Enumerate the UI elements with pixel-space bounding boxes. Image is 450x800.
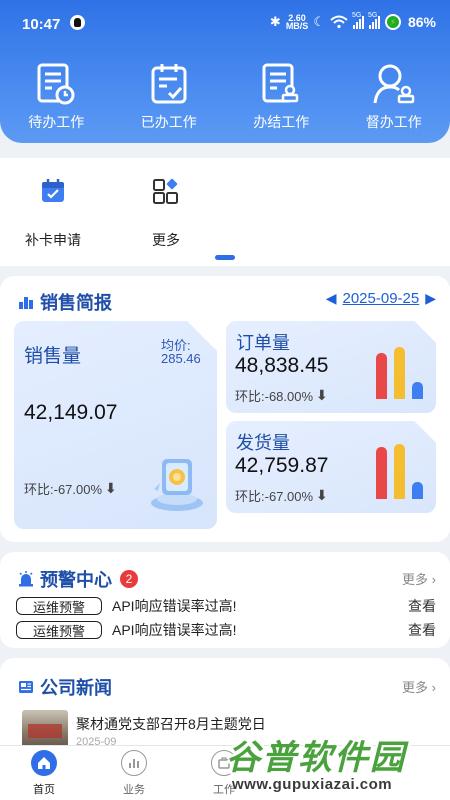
shipments-panel[interactable]: 发货量 42,759.87 环比:-67.00% ⬇: [226, 421, 436, 513]
newspaper-icon: [19, 681, 33, 693]
pending-work-button[interactable]: 待办工作: [0, 62, 113, 132]
date-navigator: ◀ 2025-09-25 ▶: [326, 290, 436, 307]
signal-1-icon: 5G: [352, 12, 364, 29]
network-speed: 2.60 MB/S: [285, 13, 309, 31]
alert-count-badge: 2: [120, 570, 138, 588]
down-arrow-icon: ⬇: [105, 480, 117, 496]
wifi-icon: [330, 15, 348, 29]
more-actions-label: 更多: [152, 232, 180, 248]
down-arrow-icon: ⬇: [316, 487, 328, 503]
bar-chart-icon: [19, 297, 33, 309]
quick-actions-panel: 补卡申请 更多: [0, 158, 450, 266]
alert-tag: 运维预警: [16, 621, 102, 639]
shipments-mini-chart: [376, 441, 426, 499]
business-icon: [121, 750, 147, 776]
orders-value: 48,838.45: [235, 354, 329, 377]
status-indicators: ✱ 2.60 MB/S ☾ 5G 5G ⚡ 86%: [269, 12, 436, 31]
tab-home[interactable]: 首页: [14, 750, 74, 797]
watermark-logo: 谷普软件园 www.gupuxiazai.com: [222, 730, 450, 800]
pending-work-label: 待办工作: [28, 114, 85, 130]
done-clipboard-icon: [151, 64, 187, 104]
closed-work-label: 办结工作: [253, 114, 310, 130]
home-icon: [31, 750, 57, 776]
supervise-work-label: 督办工作: [365, 114, 422, 130]
orders-label: 订单量: [236, 333, 290, 353]
alert-center-card: 预警中心 2 更多 › 运维预警 API响应错误率过高! 查看 运维预警 API…: [0, 552, 450, 648]
siren-icon: [19, 571, 33, 587]
alert-message: API响应错误率过高!: [112, 598, 237, 614]
supervise-user-icon: [373, 64, 414, 104]
supervise-work-button[interactable]: 督办工作: [338, 62, 450, 132]
watermark-brand: 谷普软件园: [226, 739, 406, 777]
previous-date-button[interactable]: ◀: [326, 290, 337, 307]
tab-business-label: 业务: [123, 784, 145, 796]
status-time: 10:47: [22, 16, 61, 33]
alert-center-title: 预警中心 2: [18, 566, 138, 592]
shipments-label: 发货量: [236, 433, 290, 453]
date-selector[interactable]: 2025-09-25: [342, 290, 419, 307]
mini-bar: [412, 482, 423, 499]
calendar-check-icon: [42, 179, 64, 202]
mini-bar: [394, 444, 405, 499]
watermark-url: www.gupuxiazai.com: [232, 776, 393, 793]
battery-percentage: 86%: [407, 14, 436, 30]
sales-brief-title: 销售简报: [18, 289, 112, 315]
battery-charging-icon: ⚡: [384, 14, 401, 30]
alert-message: API响应错误率过高!: [112, 622, 237, 638]
work-shortcuts: 待办工作 已办工作 办结工作 督办工作: [0, 62, 450, 132]
alert-tag: 运维预警: [16, 597, 102, 615]
down-arrow-icon: ⬇: [316, 387, 328, 403]
header-banner: 10:47 ✱ 2.60 MB/S ☾ 5G 5G ⚡ 86% 待办工作 已办工作…: [0, 0, 450, 143]
sales-volume-ratio: 环比:-67.00% ⬇: [24, 480, 117, 497]
mini-bar: [394, 347, 405, 399]
closed-work-button[interactable]: 办结工作: [225, 62, 338, 132]
sales-illustration-icon: [151, 459, 203, 511]
card-replacement-button[interactable]: 补卡申请: [13, 176, 93, 250]
status-bar: 10:47 ✱ 2.60 MB/S ☾ 5G 5G ⚡ 86%: [0, 0, 450, 44]
pending-doc-icon: [37, 63, 75, 105]
done-work-label: 已办工作: [140, 114, 197, 130]
card-replacement-label: 补卡申请: [25, 232, 81, 248]
qq-notification-icon: [70, 15, 85, 30]
shipments-value: 42,759.87: [235, 454, 329, 477]
moon-icon: ☾: [313, 14, 325, 29]
mini-bar: [412, 382, 423, 399]
orders-mini-chart: [376, 341, 426, 399]
closed-stamp-icon: [262, 63, 299, 103]
bluetooth-icon: ✱: [269, 14, 281, 29]
grid-more-icon: [153, 178, 178, 204]
sales-brief-card: 销售简报 ◀ 2025-09-25 ▶ 销售量 均价: 285.46 42,14…: [0, 276, 450, 542]
tab-business[interactable]: 业务: [104, 750, 164, 797]
alert-item[interactable]: 运维预警 API响应错误率过高! 查看: [16, 620, 436, 640]
shipments-ratio: 环比:-67.00% ⬇: [235, 487, 328, 504]
sales-volume-value: 42,149.07: [24, 401, 118, 424]
sales-volume-panel[interactable]: 销售量 均价: 285.46 42,149.07 环比:-67.00% ⬇: [14, 321, 217, 529]
more-actions-button[interactable]: 更多: [126, 176, 206, 250]
alerts-more-link[interactable]: 更多 ›: [402, 569, 436, 588]
news-thumbnail[interactable]: [22, 710, 68, 750]
orders-panel[interactable]: 订单量 48,838.45 环比:-68.00% ⬇: [226, 321, 436, 413]
signal-2-icon: 5G: [368, 12, 380, 29]
alert-item[interactable]: 运维预警 API响应错误率过高! 查看: [16, 596, 436, 616]
sales-volume-label: 销售量: [24, 346, 82, 367]
mini-bar: [376, 447, 387, 499]
company-news-title: 公司新闻: [18, 674, 112, 700]
done-work-button[interactable]: 已办工作: [113, 62, 226, 132]
average-price-value: 285.46: [161, 351, 201, 366]
tab-home-label: 首页: [33, 784, 55, 796]
page-indicator: [215, 255, 235, 260]
alert-view-button[interactable]: 查看: [408, 620, 436, 640]
next-date-button[interactable]: ▶: [425, 290, 436, 307]
orders-ratio: 环比:-68.00% ⬇: [235, 387, 328, 404]
mini-bar: [376, 353, 387, 399]
news-more-link[interactable]: 更多 ›: [402, 677, 436, 696]
alert-view-button[interactable]: 查看: [408, 596, 436, 616]
